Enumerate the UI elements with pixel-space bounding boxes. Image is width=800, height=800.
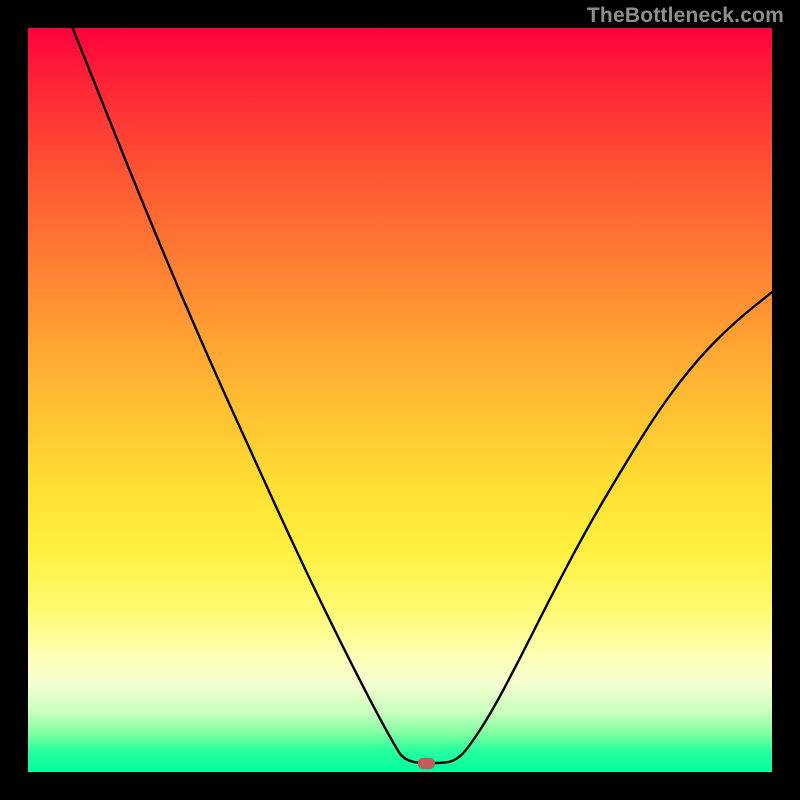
chart-frame: TheBottleneck.com: [0, 0, 800, 800]
optimum-marker: [418, 758, 435, 769]
watermark: TheBottleneck.com: [587, 4, 784, 28]
plot-area: [28, 28, 772, 772]
bottleneck-curve: [28, 28, 772, 772]
